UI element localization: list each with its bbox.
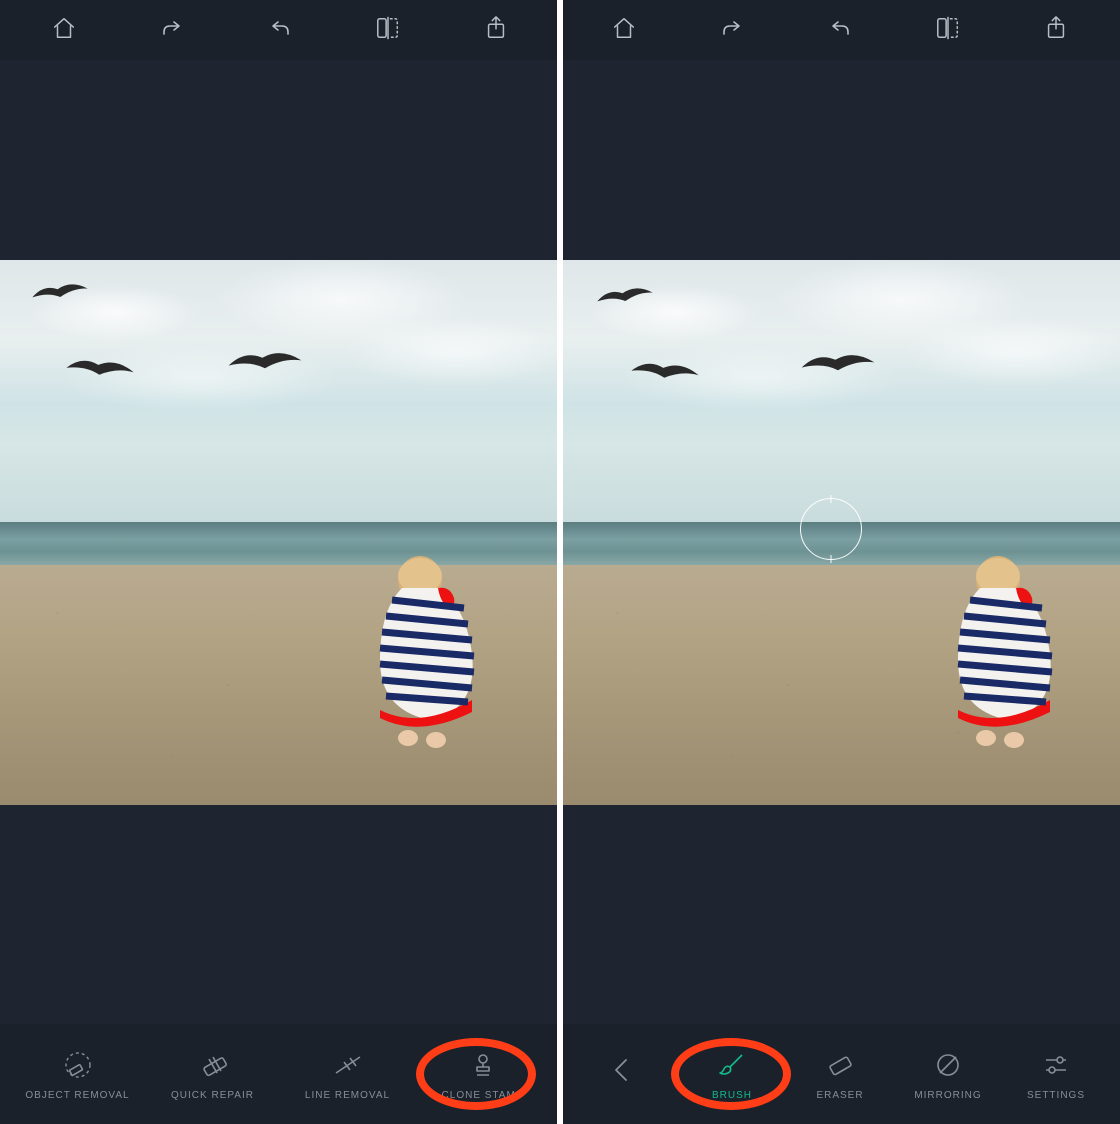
home-button[interactable] [604,10,644,50]
eraser-icon [823,1048,857,1082]
tool-label: OBJECT REMOVAL [25,1090,129,1101]
tool-line-removal[interactable]: LINE REMOVAL [283,1048,413,1101]
redo-button[interactable] [820,10,860,50]
edited-photo [560,260,1120,805]
redo-icon [267,15,293,46]
child-figure [938,550,1058,750]
pane-right: BRUSH ERASER MIRRORING SETTINGS [560,0,1120,1124]
clone-stamp-icon [466,1048,500,1082]
object-removal-icon [61,1048,95,1082]
undo-icon [719,15,745,46]
tool-label: QUICK REPAIR [171,1090,254,1101]
share-icon [1043,15,1069,46]
undo-icon [159,15,185,46]
share-button[interactable] [1036,10,1076,50]
topbar [560,0,1120,60]
compare-icon [935,15,961,46]
bird-3 [799,346,877,385]
back-icon [607,1053,641,1087]
home-icon [51,15,77,46]
bird-1 [594,279,656,314]
tool-bar: BRUSH ERASER MIRRORING SETTINGS [560,1024,1120,1124]
compare-icon [375,15,401,46]
topbar [0,0,560,60]
share-icon [483,15,509,46]
compare-button[interactable] [928,10,968,50]
back-button[interactable] [579,1053,669,1095]
line-removal-icon [331,1048,365,1082]
child-figure [360,550,480,750]
tool-settings[interactable]: SETTINGS [1011,1048,1101,1101]
home-button[interactable] [44,10,84,50]
tool-brush[interactable]: BRUSH [687,1048,777,1101]
pane-left: OBJECT REMOVAL QUICK REPAIR LINE REMOVAL… [0,0,560,1124]
clone-stamp-cursor[interactable] [800,498,862,560]
tool-label: MIRRORING [914,1090,981,1101]
tool-label: CLONE STAMP [442,1090,524,1101]
bird-1 [29,275,91,310]
bird-3 [226,344,304,383]
edited-photo [0,260,570,805]
tool-label: LINE REMOVAL [305,1090,390,1101]
tool-bar: OBJECT REMOVAL QUICK REPAIR LINE REMOVAL… [0,1024,560,1124]
mirroring-icon [931,1048,965,1082]
image-canvas[interactable] [560,60,1120,1024]
redo-icon [827,15,853,46]
undo-button[interactable] [712,10,752,50]
home-icon [611,15,637,46]
tool-label: BRUSH [712,1090,752,1101]
tool-label: SETTINGS [1027,1090,1085,1101]
image-canvas[interactable] [0,60,560,1024]
settings-icon [1039,1048,1073,1082]
tool-label: ERASER [816,1090,863,1101]
tool-mirroring[interactable]: MIRRORING [903,1048,993,1101]
compare-button[interactable] [368,10,408,50]
quick-repair-icon [196,1048,230,1082]
share-button[interactable] [476,10,516,50]
pane-divider [557,0,563,1124]
undo-button[interactable] [152,10,192,50]
redo-button[interactable] [260,10,300,50]
tool-clone-stamp[interactable]: CLONE STAMP [418,1048,548,1101]
tool-quick-repair[interactable]: QUICK REPAIR [148,1048,278,1101]
brush-icon [715,1048,749,1082]
tool-eraser[interactable]: ERASER [795,1048,885,1101]
tool-object-removal[interactable]: OBJECT REMOVAL [13,1048,143,1101]
